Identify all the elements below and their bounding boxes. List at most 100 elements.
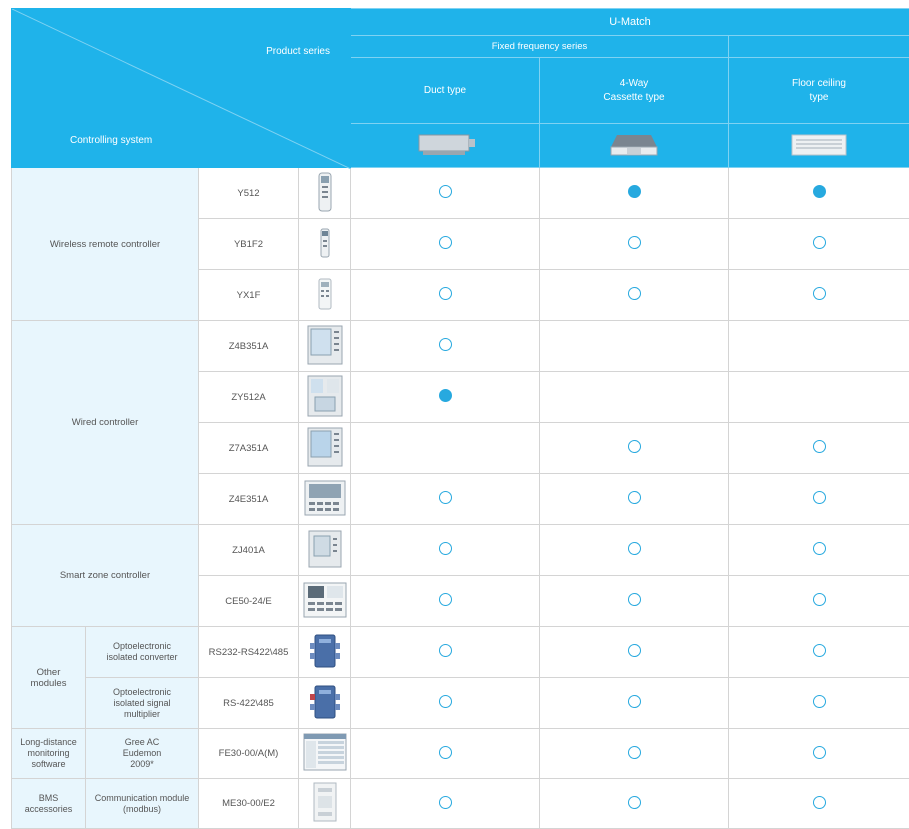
product-image bbox=[299, 474, 351, 525]
compatibility-mark bbox=[628, 491, 641, 504]
floor-ceiling-unit-image bbox=[729, 124, 909, 168]
compatibility-mark bbox=[813, 287, 826, 300]
mark-floor bbox=[729, 779, 909, 829]
model-name: ZY512A bbox=[199, 372, 299, 423]
model-name: Z4B351A bbox=[199, 321, 299, 372]
wired-controller-icon bbox=[307, 427, 343, 467]
compatibility-mark bbox=[439, 389, 452, 402]
mark-duct bbox=[351, 219, 540, 270]
product-image bbox=[299, 270, 351, 321]
u-match-header: U-Match bbox=[351, 9, 909, 36]
model-name: RS-422\485 bbox=[199, 678, 299, 729]
remote-controller-icon bbox=[318, 278, 332, 310]
mark-floor bbox=[729, 474, 909, 525]
model-name: ZJ401A bbox=[199, 525, 299, 576]
modbus-module-icon bbox=[312, 782, 338, 822]
product-image bbox=[299, 576, 351, 627]
mark-floor bbox=[729, 321, 909, 372]
wired-controller-icon bbox=[307, 375, 343, 417]
mark-duct bbox=[351, 729, 540, 779]
mark-cassette bbox=[540, 372, 729, 423]
mark-duct bbox=[351, 627, 540, 678]
wired-controller-icon bbox=[307, 325, 343, 365]
compatibility-mark bbox=[628, 236, 641, 249]
mark-duct bbox=[351, 576, 540, 627]
floor-ceiling-unit-icon bbox=[788, 129, 850, 159]
header-diagonal-cell: Product series Controlling system bbox=[12, 9, 351, 168]
mark-cassette bbox=[540, 627, 729, 678]
product-image bbox=[299, 219, 351, 270]
mark-cassette bbox=[540, 525, 729, 576]
mark-duct bbox=[351, 168, 540, 219]
model-name: Z7A351A bbox=[199, 423, 299, 474]
subcategory-opto-multiplier: Optoelectronic isolated signal multiplie… bbox=[86, 678, 199, 729]
software-screen-icon bbox=[303, 733, 347, 771]
product-image bbox=[299, 423, 351, 474]
compatibility-mark bbox=[813, 644, 826, 657]
compatibility-mark bbox=[813, 185, 826, 198]
compatibility-mark bbox=[439, 542, 452, 555]
duct-unit-image bbox=[351, 124, 540, 168]
compatibility-mark bbox=[628, 644, 641, 657]
mark-duct bbox=[351, 525, 540, 576]
mark-duct bbox=[351, 474, 540, 525]
mark-cassette bbox=[540, 321, 729, 372]
compatibility-mark bbox=[628, 287, 641, 300]
compatibility-mark bbox=[439, 338, 452, 351]
compatibility-mark bbox=[439, 185, 452, 198]
remote-controller-icon bbox=[320, 228, 330, 258]
mark-floor bbox=[729, 627, 909, 678]
compatibility-mark bbox=[813, 746, 826, 759]
product-image bbox=[299, 321, 351, 372]
converter-module-icon bbox=[308, 684, 342, 720]
wired-controller-icon bbox=[304, 480, 346, 516]
mark-floor bbox=[729, 525, 909, 576]
zone-controller-icon bbox=[303, 582, 347, 618]
mark-duct bbox=[351, 321, 540, 372]
mark-floor bbox=[729, 168, 909, 219]
mark-floor bbox=[729, 270, 909, 321]
model-name: YX1F bbox=[199, 270, 299, 321]
category-other-modules: Other modules bbox=[12, 627, 86, 729]
compatibility-mark bbox=[439, 695, 452, 708]
mark-cassette bbox=[540, 219, 729, 270]
category-bms: BMS accessories bbox=[12, 779, 86, 829]
mark-floor bbox=[729, 423, 909, 474]
category-wired: Wired controller bbox=[12, 321, 199, 525]
mark-floor bbox=[729, 678, 909, 729]
compatibility-mark bbox=[439, 491, 452, 504]
mark-floor bbox=[729, 219, 909, 270]
zone-controller-icon bbox=[308, 530, 342, 568]
product-image bbox=[299, 729, 351, 779]
compatibility-mark bbox=[439, 236, 452, 249]
controlling-system-label: Controlling system bbox=[70, 135, 152, 146]
col-floor-ceiling-type: Floor ceiling type bbox=[729, 58, 909, 124]
product-image bbox=[299, 168, 351, 219]
duct-unit-icon bbox=[413, 129, 477, 159]
model-name: Z4E351A bbox=[199, 474, 299, 525]
compatibility-mark bbox=[813, 796, 826, 809]
product-image bbox=[299, 372, 351, 423]
product-image bbox=[299, 627, 351, 678]
model-name: FE30-00/A(M) bbox=[199, 729, 299, 779]
mark-floor bbox=[729, 729, 909, 779]
product-image bbox=[299, 678, 351, 729]
model-name: ME30-00/E2 bbox=[199, 779, 299, 829]
mark-cassette bbox=[540, 168, 729, 219]
remote-controller-icon bbox=[318, 172, 332, 212]
compatibility-mark bbox=[813, 542, 826, 555]
model-name: RS232-RS422\485 bbox=[199, 627, 299, 678]
product-compatibility-page: Product series Controlling system U-Matc… bbox=[0, 0, 909, 825]
mark-cassette bbox=[540, 576, 729, 627]
mark-cassette bbox=[540, 270, 729, 321]
mark-duct bbox=[351, 678, 540, 729]
compatibility-mark bbox=[628, 695, 641, 708]
model-name: YB1F2 bbox=[199, 219, 299, 270]
product-image bbox=[299, 525, 351, 576]
col-cassette-type: 4-Way Cassette type bbox=[540, 58, 729, 124]
subcategory-opto-converter: Optoelectronic isolated converter bbox=[86, 627, 199, 678]
compatibility-table: Product series Controlling system U-Matc… bbox=[11, 8, 909, 829]
compatibility-mark bbox=[439, 644, 452, 657]
mark-cassette bbox=[540, 729, 729, 779]
compatibility-mark bbox=[439, 593, 452, 606]
